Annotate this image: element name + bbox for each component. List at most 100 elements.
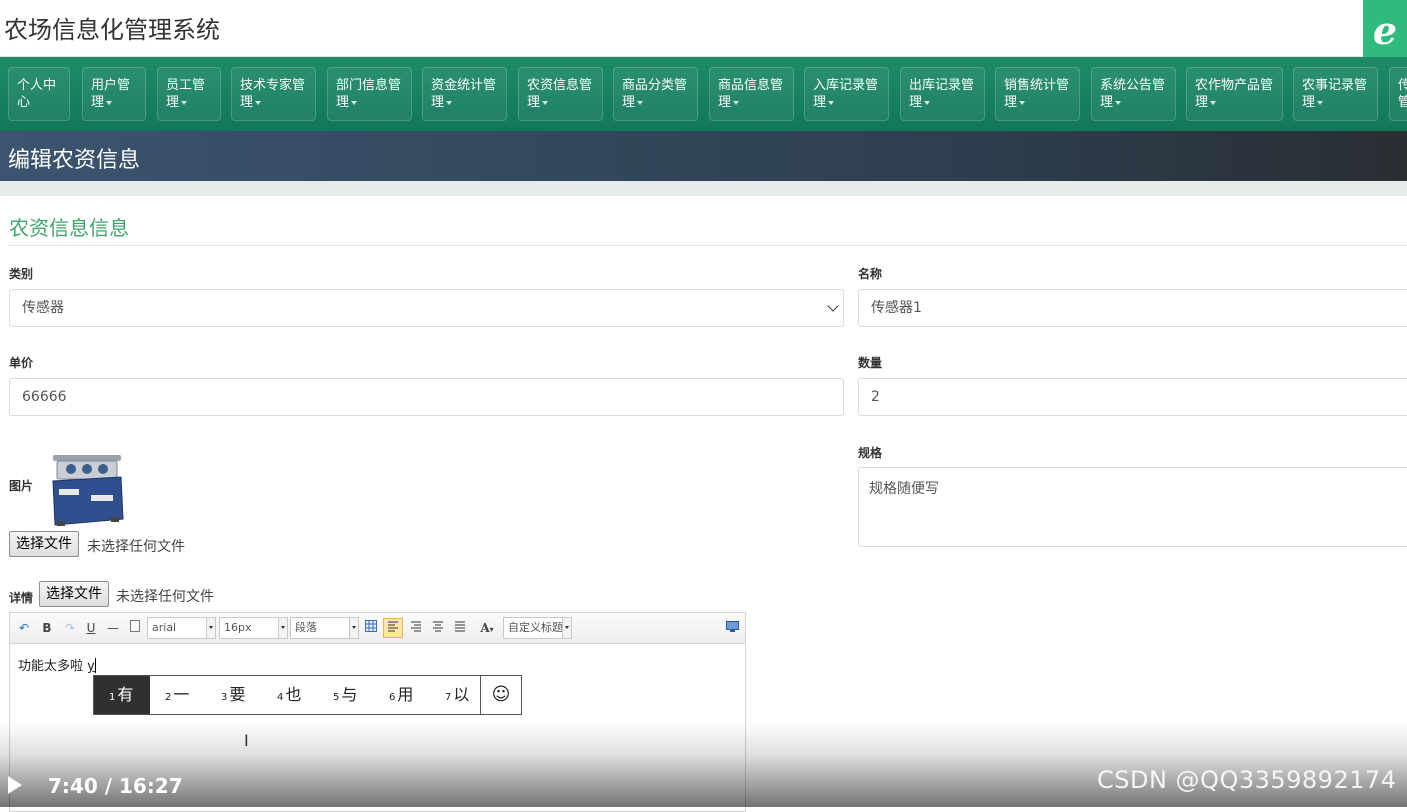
undo-icon[interactable]: ↶ bbox=[16, 619, 32, 637]
image-choose-file-button[interactable]: 选择文件 bbox=[9, 531, 79, 557]
nav-item-label: 出库记录管理 bbox=[909, 78, 975, 110]
ime-candidate-index: 6 bbox=[389, 692, 396, 703]
ime-candidate[interactable]: 5与 bbox=[318, 676, 374, 714]
quantity-label: 数量 bbox=[858, 356, 883, 370]
ime-candidate-index: 3 bbox=[221, 692, 228, 703]
nav-item[interactable]: 用户管理 bbox=[82, 67, 146, 121]
ime-candidate[interactable]: 7以 bbox=[430, 676, 481, 714]
page-heading-bar: 编辑农资信息 bbox=[0, 131, 1407, 181]
ime-candidate[interactable]: 4也 bbox=[262, 676, 318, 714]
nav-item[interactable]: 农事记录管理 bbox=[1293, 67, 1378, 121]
panel-divider bbox=[8, 245, 1407, 246]
font-family-select[interactable]: arial bbox=[147, 617, 216, 639]
nav-item[interactable]: 农作物产品管理 bbox=[1186, 67, 1283, 121]
price-input[interactable]: 66666 bbox=[9, 378, 844, 416]
ime-candidate[interactable]: 1有 bbox=[94, 676, 150, 714]
ime-candidate[interactable]: 2一 bbox=[150, 676, 206, 714]
details-file-status: 未选择任何文件 bbox=[116, 589, 214, 605]
app-header: 农场信息化管理系统 e bbox=[0, 0, 1407, 62]
nav-item-label: 农资信息管理 bbox=[527, 78, 593, 110]
chevron-down-icon bbox=[827, 300, 839, 312]
nav-item-label: 用户管理 bbox=[91, 78, 131, 110]
nav-item[interactable]: 系统公告管理 bbox=[1091, 67, 1176, 121]
font-color-label: A bbox=[480, 621, 490, 635]
caret-down-icon bbox=[542, 100, 549, 105]
ie-e-icon[interactable]: e bbox=[1363, 0, 1407, 62]
ime-candidate-index: 2 bbox=[165, 692, 172, 703]
caret-down-icon bbox=[255, 100, 262, 105]
caret-down-icon bbox=[828, 100, 835, 105]
nav-item[interactable]: 传感器管理 bbox=[1389, 67, 1407, 121]
caret-down-icon bbox=[637, 100, 644, 105]
align-center-icon[interactable] bbox=[430, 619, 446, 637]
play-icon[interactable] bbox=[8, 776, 22, 794]
horizontal-rule-button[interactable]: — bbox=[105, 619, 121, 637]
nav-item-label: 农作物产品管理 bbox=[1195, 78, 1274, 110]
watermark-text: CSDN @QQ3359892174 bbox=[1097, 766, 1397, 794]
app-title: 农场信息化管理系统 bbox=[4, 16, 220, 44]
custom-title-select[interactable]: 自定义标题 bbox=[503, 617, 572, 639]
ime-candidate-index: 5 bbox=[333, 692, 340, 703]
nav-item-label: 部门信息管理 bbox=[336, 78, 402, 110]
table-icon[interactable] bbox=[363, 619, 379, 637]
ime-candidate-index: 4 bbox=[277, 692, 284, 703]
redo-icon[interactable]: ↷ bbox=[62, 619, 78, 637]
custom-title-value: 自定义标题 bbox=[508, 621, 563, 634]
price-label: 单价 bbox=[9, 356, 34, 370]
nav-item[interactable]: 员工管理 bbox=[157, 67, 221, 121]
caret-down-icon bbox=[446, 100, 453, 105]
ime-candidate-index: 1 bbox=[109, 692, 116, 703]
category-select[interactable]: 传感器 bbox=[9, 289, 844, 327]
ime-candidate-text: 有 bbox=[117, 685, 134, 704]
paragraph-value: 段落 bbox=[295, 621, 317, 634]
nav-item[interactable]: 农资信息管理 bbox=[518, 67, 603, 121]
editor-content[interactable]: 功能太多啦 y bbox=[18, 655, 96, 674]
nav-item[interactable]: 销售统计管理 bbox=[995, 67, 1080, 121]
align-justify-icon[interactable] bbox=[452, 619, 468, 637]
ime-candidate-index: 7 bbox=[445, 692, 452, 703]
category-label: 类别 bbox=[9, 267, 34, 281]
nav-item[interactable]: 部门信息管理 bbox=[327, 67, 412, 121]
caret-down-icon bbox=[1317, 100, 1324, 105]
nav-item[interactable]: 资金统计管理 bbox=[422, 67, 507, 121]
align-left-icon[interactable] bbox=[383, 618, 403, 638]
font-color-button[interactable]: A▾ bbox=[474, 619, 500, 637]
editor-content-text: 功能太多啦 bbox=[18, 659, 84, 674]
details-choose-file-button[interactable]: 选择文件 bbox=[39, 581, 109, 607]
caret-down-icon bbox=[924, 100, 931, 105]
editor-toolbar: ↶ B ↷ U — arial 16px 段落 A▾ 自定义标题 bbox=[10, 613, 745, 644]
ime-candidate-window: ☺ 1有2一3要4也5与6用7以 bbox=[93, 675, 522, 715]
nav-item[interactable]: 技术专家管理 bbox=[231, 67, 316, 121]
paste-plain-icon[interactable] bbox=[127, 619, 143, 637]
ime-candidate[interactable]: 6用 bbox=[374, 676, 430, 714]
font-size-select[interactable]: 16px bbox=[219, 617, 288, 639]
nav-item[interactable]: 个人中心 bbox=[8, 67, 70, 121]
nav-item[interactable]: 商品分类管理 bbox=[613, 67, 698, 121]
caret-down-icon bbox=[351, 100, 358, 105]
paragraph-select[interactable]: 段落 bbox=[290, 617, 359, 639]
quantity-input[interactable]: 2 bbox=[858, 378, 1407, 416]
spec-textarea[interactable]: 规格随便写 bbox=[858, 467, 1407, 547]
category-value: 传感器 bbox=[22, 300, 64, 316]
image-file-status: 未选择任何文件 bbox=[87, 539, 185, 555]
nav-item-label: 员工管理 bbox=[166, 78, 206, 110]
caret-down-icon bbox=[181, 100, 188, 105]
underline-button[interactable]: U bbox=[83, 619, 99, 637]
ime-candidate-text: 以 bbox=[453, 685, 470, 704]
nav-item[interactable]: 入库记录管理 bbox=[804, 67, 889, 121]
emoji-icon[interactable]: ☺ bbox=[480, 676, 521, 714]
bold-button[interactable]: B bbox=[39, 619, 55, 637]
page-title: 编辑农资信息 bbox=[8, 148, 141, 173]
align-right-icon[interactable] bbox=[408, 619, 424, 637]
font-family-value: arial bbox=[152, 621, 177, 634]
ime-composition-text: y bbox=[87, 659, 95, 674]
fullscreen-icon[interactable] bbox=[724, 619, 740, 637]
name-input[interactable]: 传感器1 bbox=[858, 289, 1407, 327]
section-divider bbox=[0, 181, 1407, 196]
nav-item-label: 农事记录管理 bbox=[1302, 78, 1368, 110]
nav-item-label: 个人中心 bbox=[17, 78, 57, 110]
nav-item[interactable]: 出库记录管理 bbox=[900, 67, 985, 121]
name-label: 名称 bbox=[858, 267, 883, 281]
ime-candidate[interactable]: 3要 bbox=[206, 676, 262, 714]
nav-item[interactable]: 商品信息管理 bbox=[709, 67, 794, 121]
